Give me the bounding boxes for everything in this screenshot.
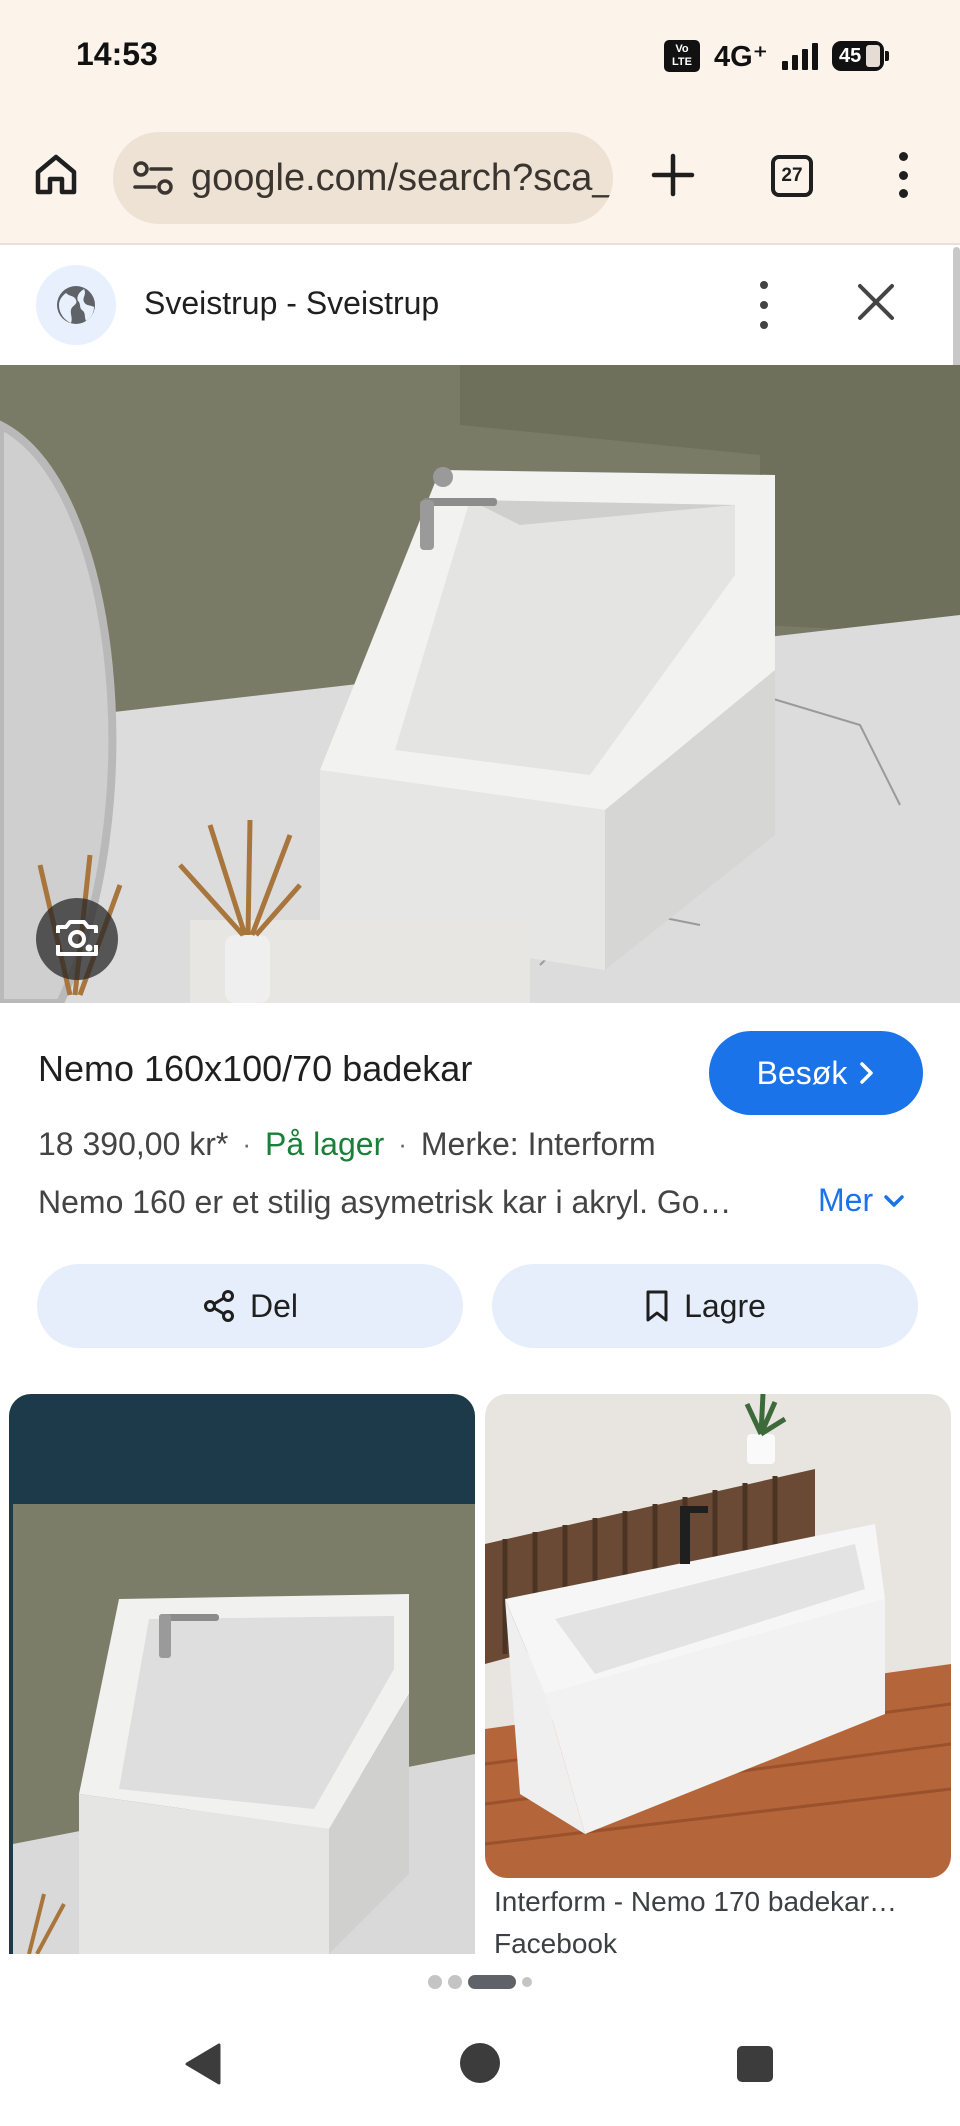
product-description: Nemo 160 er et stilig asymetrisk kar i a… [38, 1184, 748, 1220]
browser-toolbar: google.com/search?sca_ 27 [0, 110, 960, 245]
separator: · [398, 1129, 407, 1159]
close-icon[interactable] [856, 282, 896, 322]
source-name[interactable]: Sveistrup - Sveistrup [144, 285, 439, 322]
visit-button[interactable]: Besøk [709, 1031, 923, 1115]
share-label: Del [249, 1287, 298, 1324]
more-button[interactable]: Mer [818, 1182, 905, 1219]
more-label: Mer [818, 1182, 874, 1218]
product-image[interactable] [0, 365, 960, 1003]
status-icons: Vo LTE 4G⁺ 45 [664, 36, 889, 76]
status-time: 14:53 [76, 36, 158, 72]
tune-icon[interactable] [131, 158, 175, 198]
back-icon[interactable] [183, 2042, 223, 2086]
address-bar[interactable]: google.com/search?sca_ [113, 132, 613, 224]
related-image-2[interactable] [485, 1394, 951, 1878]
tabs-icon[interactable]: 27 [771, 155, 813, 197]
overflow-menu-icon[interactable] [888, 152, 918, 198]
separator: · [242, 1129, 252, 1159]
share-button[interactable]: Del [37, 1264, 463, 1348]
pager-dot-active[interactable] [468, 1975, 516, 1989]
stock-status: På lager [265, 1126, 385, 1162]
save-label: Lagre [684, 1287, 766, 1324]
pager-dot[interactable] [522, 1977, 532, 1987]
globe-icon [36, 265, 116, 345]
share-icon [203, 1290, 234, 1322]
related-image-1[interactable] [9, 1394, 475, 1954]
bookmark-icon [646, 1290, 668, 1322]
status-bar: 14:53 Vo LTE 4G⁺ 45 [0, 0, 960, 110]
signal-icon [782, 42, 818, 70]
battery-icon: 45 [832, 41, 889, 71]
home-nav-button[interactable] [460, 2043, 500, 2083]
related-title-2[interactable]: Interform - Nemo 170 badekar… [494, 1886, 934, 1918]
product-brand: Merke: Interform [420, 1126, 656, 1162]
product-meta: 18 390,00 kr* · På lager · Merke: Interf… [38, 1126, 656, 1163]
pager-dot[interactable] [428, 1975, 442, 1989]
save-button[interactable]: Lagre [492, 1264, 918, 1348]
url-text[interactable]: google.com/search?sca_ [191, 157, 613, 200]
product-price: 18 390,00 kr* [38, 1126, 229, 1162]
product-title: Nemo 160x100/70 badekar [38, 1048, 473, 1089]
image-pager[interactable] [0, 1975, 960, 1989]
volte-icon: Vo LTE [664, 40, 700, 72]
chevron-down-icon [884, 1194, 904, 1207]
recents-nav-button[interactable] [737, 2046, 773, 2082]
pager-dot[interactable] [448, 1975, 462, 1989]
source-header: Sveistrup - Sveistrup [0, 247, 960, 365]
new-tab-plus-icon[interactable] [650, 152, 696, 198]
lens-icon[interactable] [36, 898, 118, 980]
battery-level: 45 [839, 44, 862, 67]
source-more-icon[interactable] [752, 281, 776, 329]
visit-label: Besøk [756, 1054, 848, 1091]
network-type: 4G⁺ [714, 40, 768, 73]
chevron-right-icon [860, 1062, 874, 1084]
home-icon[interactable] [32, 150, 80, 198]
